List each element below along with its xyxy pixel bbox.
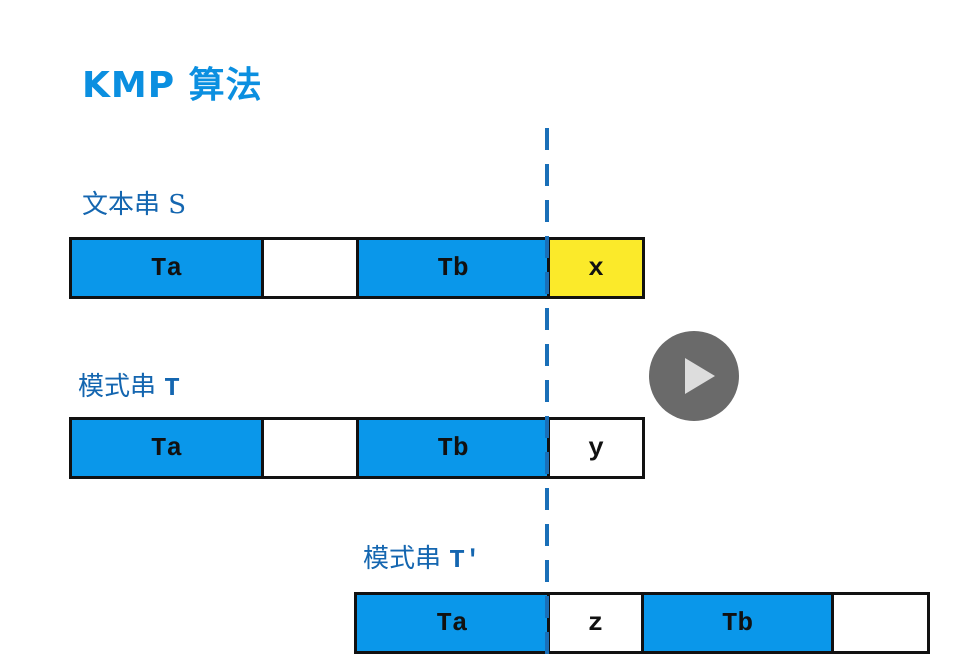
label-cn: 文本串 xyxy=(82,190,161,220)
label-pattern-t-prime: 模式串 T' xyxy=(363,538,481,575)
play-icon[interactable] xyxy=(649,331,739,421)
cell: Ta xyxy=(72,240,264,296)
cell xyxy=(264,240,359,296)
cell: Ta xyxy=(72,420,264,476)
cell: Ta xyxy=(357,595,550,651)
label-name: T xyxy=(164,373,180,403)
cell xyxy=(834,595,927,651)
text-string-row: Ta Tb x xyxy=(69,237,645,299)
cell: x xyxy=(550,240,642,296)
cell: y xyxy=(550,420,642,476)
mismatch-dashed-line xyxy=(545,128,549,668)
label-pattern-t: 模式串 T xyxy=(78,366,180,403)
cell: z xyxy=(550,595,644,651)
label-cn: 模式串 xyxy=(363,544,442,574)
label-cn: 模式串 xyxy=(78,372,157,402)
label-name: T' xyxy=(449,545,481,575)
label-name: S xyxy=(168,190,187,220)
cell xyxy=(264,420,359,476)
pattern-t-prime-row: Ta z Tb xyxy=(354,592,930,654)
slide-title: KMP 算法 xyxy=(82,65,263,106)
cell: Tb xyxy=(359,420,550,476)
label-text-string: 文本串 S xyxy=(82,184,186,221)
cell: Tb xyxy=(644,595,834,651)
slide: KMP 算法 文本串 S Ta Tb x 模式串 T Ta Tb y 模式串 T… xyxy=(0,0,953,671)
pattern-t-row: Ta Tb y xyxy=(69,417,645,479)
cell: Tb xyxy=(359,240,550,296)
